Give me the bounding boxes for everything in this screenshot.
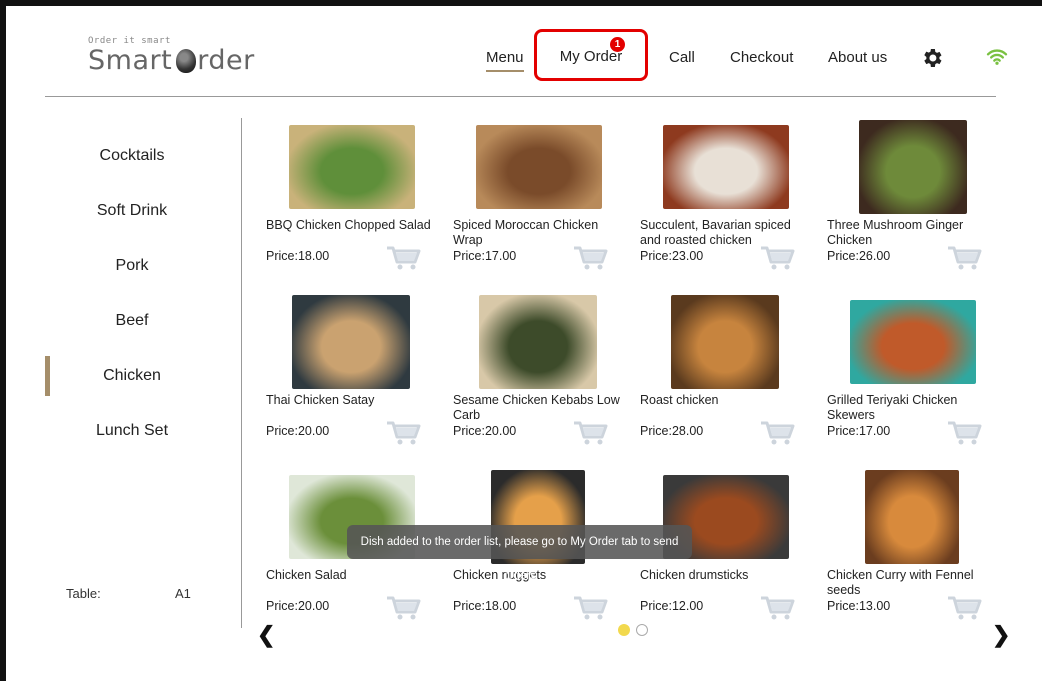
category-cocktails[interactable]: Cocktails: [42, 147, 222, 165]
dish-photo[interactable]: [671, 295, 779, 389]
dish-photo[interactable]: [859, 120, 967, 214]
dish-title: Thai Chicken Satay: [266, 393, 375, 407]
nav-about-us[interactable]: About us: [828, 49, 887, 66]
dish-price: Price:12.00: [640, 599, 704, 613]
nav-checkout[interactable]: Checkout: [730, 49, 793, 66]
add-to-cart-icon[interactable]: [572, 595, 610, 621]
table-value: A1: [175, 586, 191, 601]
dish-card[interactable]: Chicken Curry with Fennel seeds Price:13.…: [827, 470, 1002, 640]
dish-price: Price:18.00: [266, 249, 330, 263]
dish-photo[interactable]: [479, 295, 597, 389]
dish-title: Three Mushroom Ginger Chicken: [827, 218, 964, 247]
add-to-cart-icon[interactable]: [759, 595, 797, 621]
dish-card[interactable]: Roast chicken Price:28.00: [640, 295, 815, 465]
dish-price: Price:17.00: [453, 249, 517, 263]
add-to-cart-icon[interactable]: [946, 420, 984, 446]
dish-price: Price:18.00: [453, 599, 517, 613]
dish-title: Succulent, Bavarian spiced and roasted c…: [640, 218, 791, 247]
dish-price: Price:23.00: [640, 249, 704, 263]
page-dot-active[interactable]: [618, 624, 630, 636]
dish-title: Grilled Teriyaki Chicken Skewers: [827, 393, 958, 422]
dish-card[interactable]: Three Mushroom Ginger Chicken Price:26.00: [827, 120, 1002, 290]
dish-card[interactable]: Spiced Moroccan Chicken Wrap Price:17.00: [453, 125, 628, 290]
order-count-badge: 1: [610, 37, 625, 52]
dish-title: Chicken Curry with Fennel seeds: [827, 568, 974, 597]
add-to-cart-icon[interactable]: [572, 245, 610, 271]
dish-price: Price:26.00: [827, 249, 891, 263]
dish-photo[interactable]: [850, 300, 976, 384]
dish-card[interactable]: Grilled Teriyaki Chicken Skewers Price:17…: [827, 300, 1002, 465]
dish-price: Price:20.00: [266, 424, 330, 438]
category-soft-drink[interactable]: Soft Drink: [42, 202, 222, 220]
dish-card[interactable]: Succulent, Bavarian spiced and roasted c…: [640, 125, 815, 290]
dish-title: Chicken drumsticks: [640, 568, 749, 582]
nav-call[interactable]: Call: [669, 49, 695, 66]
header-divider: [45, 96, 996, 97]
category-pork[interactable]: Pork: [42, 257, 222, 275]
next-page-arrow[interactable]: ❯: [992, 622, 1010, 648]
table-label: Table:: [66, 586, 101, 601]
add-to-cart-icon[interactable]: [946, 245, 984, 271]
nav-menu[interactable]: Menu: [486, 49, 524, 72]
dish-title: Roast chicken: [640, 393, 719, 407]
dish-price: Price:20.00: [453, 424, 517, 438]
add-to-cart-icon[interactable]: [946, 595, 984, 621]
dish-title: Chicken Salad: [266, 568, 347, 582]
dish-price: Price:17.00: [827, 424, 891, 438]
nav-my-order[interactable]: My Order 1: [534, 29, 648, 81]
dish-photo[interactable]: [865, 470, 959, 564]
dish-card[interactable]: Sesame Chicken Kebabs Low Carb Price:20.0…: [453, 295, 628, 465]
toast-message: Dish added to the order list, please go …: [347, 525, 692, 582]
dish-title: Spiced Moroccan Chicken Wrap: [453, 218, 599, 247]
dish-title: Chicken nuggets: [453, 568, 547, 582]
category-beef[interactable]: Beef: [42, 312, 222, 330]
dish-photo[interactable]: [476, 125, 602, 209]
dish-title: BBQ Chicken Chopped Salad: [266, 218, 431, 232]
add-to-cart-icon[interactable]: [385, 245, 423, 271]
dish-photo[interactable]: [292, 295, 410, 389]
logo-o-icon: [176, 48, 197, 73]
prev-page-arrow[interactable]: ❮: [257, 622, 275, 648]
gear-icon[interactable]: [920, 46, 944, 70]
dish-card[interactable]: Thai Chicken Satay Price:20.00: [266, 295, 441, 465]
dish-photo[interactable]: [663, 125, 789, 209]
add-to-cart-icon[interactable]: [385, 420, 423, 446]
dish-price: Price:20.00: [266, 599, 330, 613]
sidebar-divider: [241, 118, 242, 628]
add-to-cart-icon[interactable]: [385, 595, 423, 621]
dish-photo[interactable]: [289, 125, 415, 209]
category-chicken[interactable]: Chicken: [42, 367, 222, 385]
app-logo: Order it smart Smart rder: [88, 36, 255, 76]
dish-price: Price:13.00: [827, 599, 891, 613]
add-to-cart-icon[interactable]: [572, 420, 610, 446]
add-to-cart-icon[interactable]: [759, 420, 797, 446]
wifi-icon: [986, 49, 1008, 65]
add-to-cart-icon[interactable]: [759, 245, 797, 271]
dish-price: Price:28.00: [640, 424, 704, 438]
page-dot[interactable]: [636, 624, 648, 636]
dish-card[interactable]: BBQ Chicken Chopped Salad Price:18.00: [266, 125, 441, 290]
category-lunch-set[interactable]: Lunch Set: [42, 422, 222, 440]
dish-title: Sesame Chicken Kebabs Low Carb: [453, 393, 620, 422]
logo-name: Smart rder: [88, 45, 255, 76]
